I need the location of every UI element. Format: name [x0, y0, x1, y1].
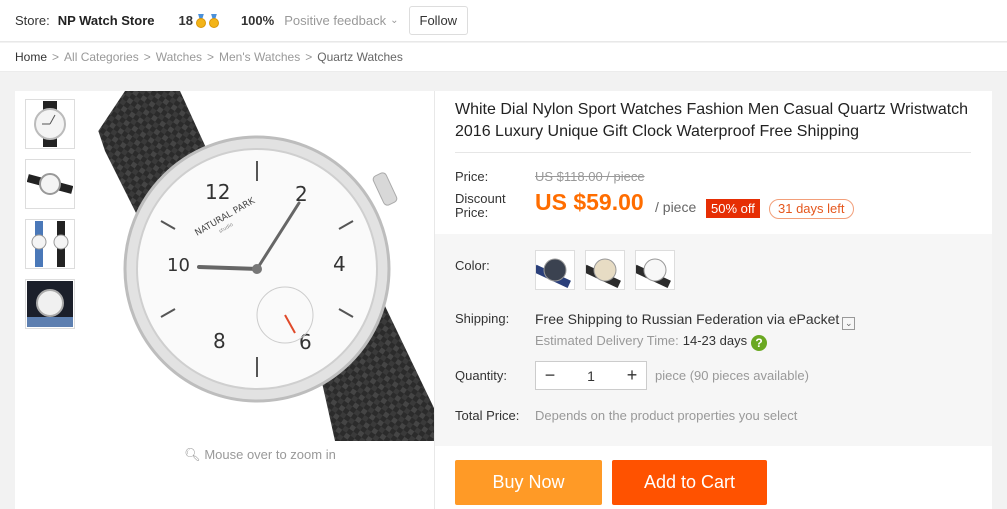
buy-now-button[interactable]: Buy Now: [455, 460, 602, 505]
product-title: White Dial Nylon Sport Watches Fashion M…: [455, 101, 969, 140]
shipping-info[interactable]: Free Shipping to Russian Federation via …: [535, 311, 856, 330]
breadcrumb-all-categories[interactable]: All Categories: [64, 50, 139, 64]
help-icon[interactable]: ?: [751, 335, 768, 351]
chevron-down-icon[interactable]: ⌄: [842, 317, 856, 330]
medal-icon: [195, 13, 206, 28]
thumbnail-4[interactable]: [25, 279, 75, 329]
days-left-badge: 31 days left: [769, 199, 854, 219]
follow-button[interactable]: Follow: [408, 6, 469, 35]
store-label: Store:: [15, 13, 50, 28]
dial-numeral-8: 8: [213, 329, 226, 353]
color-swatch-blue[interactable]: [535, 250, 575, 290]
main-product-image[interactable]: 12 2 4 6 8 10 NATURAL PARK studio: [85, 91, 435, 441]
quantity-label: Quantity:: [455, 368, 508, 383]
discount-label-line-2: Price:: [455, 205, 489, 220]
dial-numeral-2: 2: [295, 182, 308, 206]
thumbnail-3[interactable]: [25, 219, 75, 269]
zoom-hint-text: Mouse over to zoom in: [204, 447, 336, 462]
quantity-available: piece (90 pieces available): [655, 368, 809, 383]
dial-numeral-4: 4: [333, 252, 346, 276]
breadcrumb-separator: >: [52, 50, 60, 64]
total-price-text: Depends on the product properties you se…: [535, 408, 798, 423]
thumbnail-1[interactable]: [25, 99, 75, 149]
thumbnail-list: [25, 99, 75, 339]
quantity-increase-button[interactable]: +: [618, 365, 646, 386]
positive-feedback-dropdown[interactable]: Positive feedback: [284, 13, 386, 28]
store-bar: Store: NP Watch Store 18 100% Positive f…: [0, 0, 1007, 42]
discount-badge: 50% off: [706, 199, 760, 218]
per-piece-unit: / piece: [655, 199, 697, 215]
zoom-hint: 🔍︎ Mouse over to zoom in: [85, 447, 435, 463]
search-icon: 🔍︎: [184, 447, 201, 462]
dial-numeral-10: 10: [167, 255, 190, 276]
medal-icon: [208, 13, 219, 28]
delivery-estimate: Estimated Delivery Time: 14-23 days?: [535, 333, 768, 351]
breadcrumb: Home > All Categories > Watches > Men's …: [0, 43, 1007, 72]
discount-label-line-1: Discount: [455, 191, 506, 206]
add-to-cart-button[interactable]: Add to Cart: [612, 460, 767, 505]
breadcrumb-home[interactable]: Home: [15, 50, 47, 64]
breadcrumb-separator: >: [305, 50, 313, 64]
shipping-label: Shipping:: [455, 311, 510, 326]
positive-feedback-percent: 100%: [240, 13, 275, 28]
shipping-to: to: [626, 311, 638, 327]
thumbnail-2[interactable]: [25, 159, 75, 209]
discount-price: US $59.00: [535, 189, 644, 215]
quantity-input[interactable]: 1: [564, 368, 618, 384]
breadcrumb-watches[interactable]: Watches: [156, 50, 202, 64]
delivery-days: 14-23 days: [682, 333, 748, 348]
price-label: Price:: [455, 169, 489, 184]
product-info: White Dial Nylon Sport Watches Fashion M…: [435, 91, 992, 509]
product-panel: 12 2 4 6 8 10 NATURAL PARK studio 🔍︎ Mou…: [15, 91, 992, 509]
color-label: Color:: [455, 258, 490, 273]
breadcrumb-current: Quartz Watches: [317, 50, 403, 64]
chevron-down-icon[interactable]: ⌄: [390, 15, 398, 26]
breadcrumb-mens-watches[interactable]: Men's Watches: [219, 50, 300, 64]
shipping-free: Free Shipping: [535, 311, 623, 327]
breadcrumb-separator: >: [207, 50, 215, 64]
color-swatch-beige[interactable]: [585, 250, 625, 290]
original-price: US $118.00 / piece: [535, 169, 645, 184]
shipping-destination: Russian Federation via ePacket: [641, 311, 840, 327]
delivery-estimate-label: Estimated Delivery Time:: [535, 333, 679, 348]
quantity-stepper: − 1 +: [535, 361, 647, 390]
quantity-decrease-button[interactable]: −: [536, 365, 564, 386]
divider: [455, 152, 971, 153]
store-score: 18: [178, 13, 193, 28]
breadcrumb-separator: >: [143, 50, 151, 64]
store-name-link[interactable]: NP Watch Store: [58, 13, 155, 28]
color-swatch-white[interactable]: [635, 250, 675, 290]
dial-numeral-12: 12: [205, 180, 230, 204]
total-price-label: Total Price:: [455, 408, 520, 423]
